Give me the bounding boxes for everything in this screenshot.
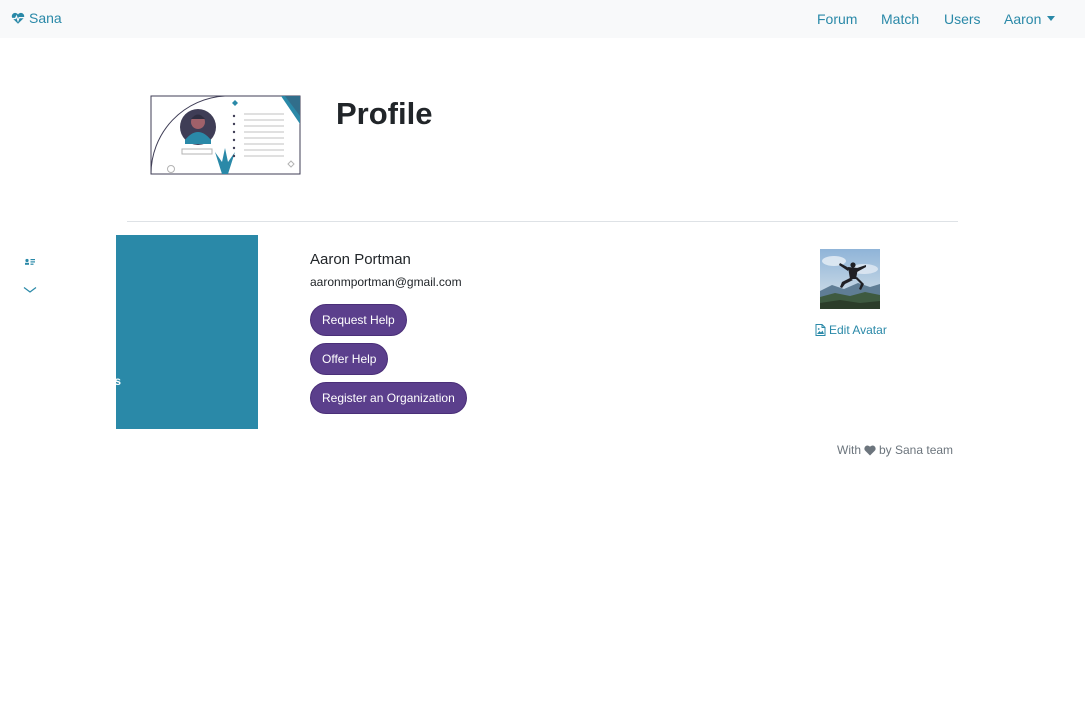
footer: With by Sana team [837, 443, 953, 457]
envelope-icon [23, 286, 37, 296]
nav-users[interactable]: Users [944, 11, 981, 27]
nav-forum[interactable]: Forum [817, 11, 857, 27]
edit-avatar-link[interactable]: Edit Avatar [815, 323, 887, 337]
footer-text-after: by Sana team [879, 443, 954, 457]
user-email: aaronmportman@gmail.com [310, 275, 462, 289]
sidebar-item-label: Messages [41, 284, 99, 298]
offer-help-button[interactable]: Offer Help [310, 343, 389, 375]
brand-link[interactable]: Sana [11, 10, 62, 26]
sidebar-item-messages[interactable]: Messages [23, 284, 98, 298]
sidebar-item-label: Organizations [41, 374, 122, 388]
heartbeat-icon [11, 12, 25, 24]
page-title: Profile [336, 96, 433, 131]
handshake-icon [23, 346, 39, 357]
sidebar-item-label: Activity [41, 314, 85, 328]
edit-avatar-label: Edit Avatar [829, 323, 887, 337]
nav-match[interactable]: Match [881, 11, 919, 27]
avatar [820, 249, 880, 309]
top-navbar: Sana Forum Match Users Aaron [0, 0, 1085, 38]
users-icon [23, 376, 37, 386]
header-divider [127, 221, 958, 222]
sidebar-item-organizations[interactable]: Organizations [23, 374, 121, 388]
sidebar-item-matches[interactable]: Matches [23, 344, 91, 358]
profile-illustration [150, 95, 301, 175]
heart-icon [864, 445, 876, 455]
user-menu-label: Aaron [1004, 11, 1042, 27]
sidebar-item-label: Home [41, 254, 75, 268]
brand-name: Sana [29, 10, 62, 26]
sidebar-item-home[interactable]: Home [23, 254, 74, 268]
image-file-icon [815, 324, 826, 336]
footer-text-before: With [837, 443, 861, 457]
request-help-button[interactable]: Request Help [310, 304, 407, 336]
sidebar [116, 235, 258, 429]
register-organization-button[interactable]: Register an Organization [310, 382, 467, 414]
user-menu-dropdown[interactable]: Aaron [1004, 11, 1056, 27]
id-card-icon [23, 256, 37, 266]
sidebar-item-activity[interactable]: Activity [23, 314, 84, 328]
caret-down-icon [1047, 15, 1056, 21]
comments-icon [23, 316, 37, 326]
user-name: Aaron Portman [310, 251, 411, 268]
sidebar-item-label: Matches [43, 344, 92, 358]
